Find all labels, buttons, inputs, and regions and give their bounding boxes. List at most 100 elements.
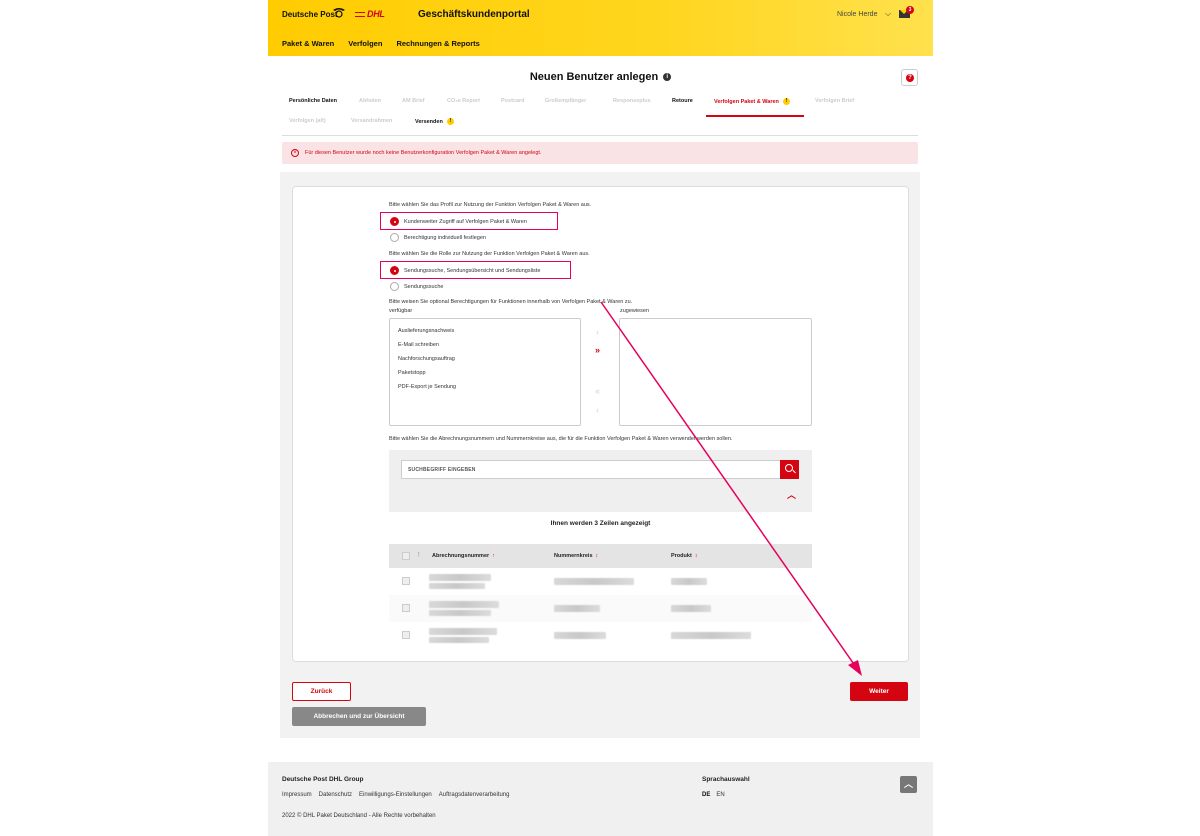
dhl-logo[interactable]: DHL (355, 9, 385, 19)
footer-brand: Deutsche Post DHL Group (282, 776, 364, 783)
redacted-cell (429, 601, 499, 608)
row-checkbox[interactable] (402, 631, 410, 639)
nav-rechnungen-reports[interactable]: Rechnungen & Reports (396, 39, 479, 48)
language-title: Sprachauswahl (702, 776, 750, 783)
profile-question: Bitte wählen Sie das Profil zur Nutzung … (389, 202, 592, 208)
tab-versenden[interactable]: Versenden! (415, 118, 454, 125)
tab-persoenliche-daten[interactable]: Persönliche Daten (289, 98, 337, 104)
profile-option-individuell[interactable]: Berechtigung individuell festlegen (404, 235, 486, 241)
accounts-question: Bitte wählen Sie die Abrechnungsnummern … (389, 436, 733, 442)
tab-grossempfaenger[interactable]: Großempfänger (545, 98, 586, 104)
role-option-search[interactable]: Sendungssuche (404, 284, 443, 290)
col-nummernkreis[interactable]: Nummernkreis ↕ (554, 553, 598, 559)
mail-count-badge: 3 (906, 6, 914, 14)
role-question: Bitte wählen Sie die Rolle zur Nutzung d… (389, 251, 590, 257)
redacted-cell (429, 583, 485, 589)
list-item[interactable]: PDF-Export je Sendung (398, 384, 456, 390)
redacted-cell (554, 578, 634, 585)
chevron-down-icon[interactable]: ⌵ (885, 9, 891, 19)
row-checkbox[interactable] (402, 604, 410, 612)
footer: Deutsche Post DHL Group Impressum Datens… (268, 762, 933, 836)
highlight-box (380, 261, 571, 279)
row-checkbox[interactable] (402, 577, 410, 585)
search-button[interactable] (780, 460, 799, 479)
column-menu-icon[interactable]: ⋮ (416, 552, 422, 558)
info-icon[interactable]: i (663, 73, 672, 82)
sort-asc-icon[interactable]: ↑ (492, 553, 495, 559)
cancel-button[interactable]: Abbrechen und zur Übersicht (292, 707, 426, 726)
main-nav: Paket & Waren Verfolgen Rechnungen & Rep… (282, 39, 480, 48)
sort-icon[interactable]: ↕ (596, 553, 599, 559)
move-right-icon[interactable]: › (596, 327, 599, 337)
redacted-cell (671, 578, 707, 585)
redacted-cell (429, 574, 491, 581)
table-header: ⋮ Abrechnungsnummer ↑ Nummernkreis ↕ Produ… (389, 544, 812, 568)
list-item[interactable]: E-Mail schreiben (398, 342, 439, 348)
tab-am-brief[interactable]: AM Brief (402, 98, 425, 104)
table-row[interactable] (389, 568, 812, 595)
list-item[interactable]: Nachforschungsauftrag (398, 356, 455, 362)
list-item[interactable]: Paketstopp (398, 370, 426, 376)
page-title: Neuen Benutzer anlegen i (268, 71, 933, 83)
tab-retoure[interactable]: Retoure (672, 98, 693, 104)
list-item[interactable]: Auslieferungsnachweis (398, 328, 454, 334)
next-button[interactable]: Weiter (850, 682, 908, 701)
deutsche-post-logo[interactable]: Deutsche Post (282, 10, 338, 19)
nav-verfolgen[interactable]: Verfolgen (348, 39, 382, 48)
footer-link-datenschutz[interactable]: Datenschutz (319, 792, 352, 798)
sort-icon[interactable]: ↕ (695, 553, 698, 559)
tab-verfolgen-alt[interactable]: Verfolgen (alt) (289, 118, 326, 124)
nav-paket-waren[interactable]: Paket & Waren (282, 39, 334, 48)
footer-copyright: 2022 © DHL Paket Deutschland - Alle Rech… (282, 813, 436, 819)
scroll-to-top-button[interactable]: ︿ (900, 776, 917, 793)
col-abrechnungsnummer[interactable]: Abrechnungsnummer ↑ (432, 553, 495, 559)
redacted-cell (671, 632, 751, 639)
col-produkt[interactable]: Produkt ↕ (671, 553, 698, 559)
help-button[interactable]: ? (901, 69, 918, 86)
warning-icon: ! (782, 98, 790, 105)
assigned-label: zugewiesen (620, 308, 650, 314)
user-name[interactable]: Nicole Herde (837, 11, 877, 18)
error-alert: × Für diesen Benutzer wurde noch keine B… (282, 142, 918, 164)
search-input[interactable]: SUCHBEGRIFF EINGEBEN (401, 460, 781, 479)
redacted-cell (429, 610, 491, 616)
back-button[interactable]: Zurück (292, 682, 351, 701)
tab-postcard[interactable]: Postcard (501, 98, 525, 104)
tab-co2e-report[interactable]: CO₂e Report (447, 98, 480, 104)
redacted-cell (554, 605, 600, 612)
footer-link-einwilligung[interactable]: Einwilligungs-Einstellungen (359, 792, 432, 798)
footer-link-impressum[interactable]: Impressum (282, 792, 312, 798)
permissions-question: Bitte weisen Sie optional Berechtigungen… (389, 299, 633, 305)
move-all-right-icon[interactable]: » (595, 345, 600, 355)
redacted-cell (554, 632, 606, 639)
tab-versandrahmen[interactable]: Versandrahmen (351, 118, 392, 124)
tab-abholen[interactable]: Abholen (359, 98, 381, 104)
post-horn-icon (333, 8, 345, 18)
accounts-table: ⋮ Abrechnungsnummer ↑ Nummernkreis ↕ Produ… (389, 544, 812, 649)
language-de[interactable]: DE (702, 792, 710, 798)
assigned-list[interactable] (619, 318, 812, 426)
redacted-cell (671, 605, 711, 612)
page: Deutsche Post DHL Geschäftskundenportal … (268, 0, 933, 836)
radio-profile-individuell[interactable] (390, 233, 399, 242)
tab-responseplus[interactable]: Responseplus (613, 98, 651, 104)
rows-count: Ihnen werden 3 Zeilen angezeigt (550, 520, 651, 527)
error-circle-icon: × (291, 149, 299, 157)
table-row[interactable] (389, 595, 812, 622)
redacted-cell (429, 628, 497, 635)
radio-role-search[interactable] (390, 282, 399, 291)
footer-links: Impressum Datenschutz Einwilligungs-Eins… (282, 792, 509, 798)
footer-link-auftragsdatenverarbeitung[interactable]: Auftragsdatenverarbeitung (439, 792, 510, 798)
tab-verfolgen-paket-waren[interactable]: Verfolgen Paket & Waren! (714, 98, 790, 105)
portal-title[interactable]: Geschäftskundenportal (418, 9, 530, 20)
header: Deutsche Post DHL Geschäftskundenportal … (268, 0, 933, 56)
chevron-up-icon[interactable]: ︿ (787, 488, 796, 501)
select-all-checkbox[interactable] (402, 552, 410, 560)
redacted-cell (429, 637, 489, 643)
move-all-left-icon[interactable]: « (595, 386, 600, 396)
available-list[interactable]: Auslieferungsnachweis E-Mail schreiben N… (389, 318, 581, 426)
language-en[interactable]: EN (716, 792, 724, 798)
table-row[interactable] (389, 622, 812, 649)
move-left-icon[interactable]: ‹ (596, 405, 599, 415)
tab-verfolgen-brief[interactable]: Verfolgen Brief (815, 98, 854, 104)
